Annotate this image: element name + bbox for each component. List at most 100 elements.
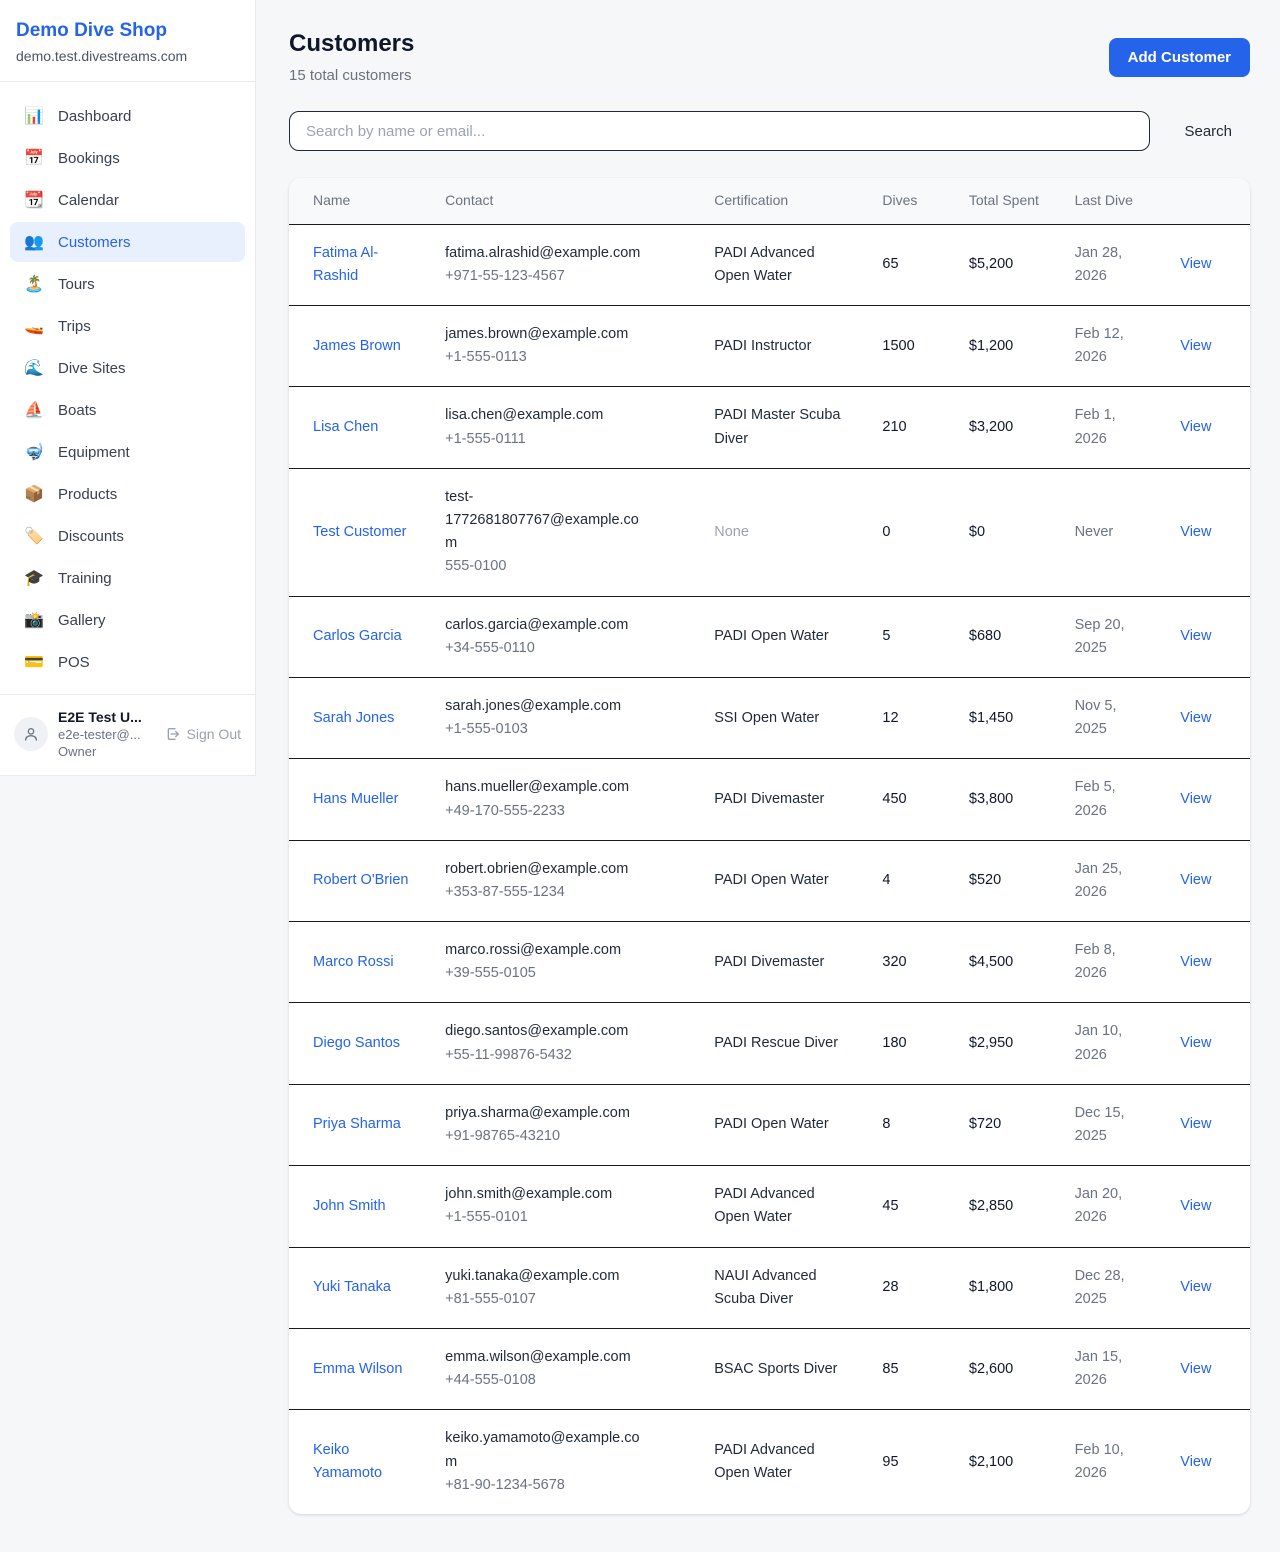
customer-dives: 4 <box>882 872 890 888</box>
customer-name-link[interactable]: Lisa Chen <box>313 416 378 439</box>
sidebar-item-calendar[interactable]: 📆 Calendar <box>10 180 245 220</box>
customer-certification: NAUI Advanced Scuba Diver <box>714 1265 844 1311</box>
sailboat-icon: ⛵ <box>24 400 44 420</box>
customer-phone: +1-555-0103 <box>445 718 690 741</box>
customer-last-dive: Feb 8, 2026 <box>1075 939 1141 985</box>
customer-dives: 5 <box>882 628 890 644</box>
customer-dives: 180 <box>882 1035 906 1051</box>
customer-phone: 555-0100 <box>445 555 690 578</box>
table-row: Diego Santos diego.santos@example.com +5… <box>289 1003 1250 1084</box>
view-link[interactable]: View <box>1180 954 1211 970</box>
view-link[interactable]: View <box>1180 1198 1211 1214</box>
sidebar-item-training[interactable]: 🎓 Training <box>10 558 245 598</box>
credit-card-icon: 💳 <box>24 652 44 672</box>
customer-dives: 450 <box>882 791 906 807</box>
view-link[interactable]: View <box>1180 1116 1211 1132</box>
avatar <box>14 717 48 751</box>
sidebar-item-products[interactable]: 📦 Products <box>10 474 245 514</box>
customer-name-link[interactable]: Keiko Yamamoto <box>313 1439 418 1485</box>
customer-certification: PADI Rescue Diver <box>714 1032 838 1055</box>
view-link[interactable]: View <box>1180 524 1211 540</box>
view-link[interactable]: View <box>1180 872 1211 888</box>
customer-total-spent: $2,950 <box>969 1035 1013 1051</box>
customer-name-link[interactable]: Diego Santos <box>313 1032 400 1055</box>
wave-icon: 🌊 <box>24 358 44 378</box>
customer-last-dive: Never <box>1075 521 1114 544</box>
customer-total-spent: $0 <box>969 524 985 540</box>
customer-name-link[interactable]: Fatima Al-Rashid <box>313 242 418 288</box>
customer-name-link[interactable]: Emma Wilson <box>313 1358 402 1381</box>
customer-certification: PADI Divemaster <box>714 788 824 811</box>
table-row: John Smith john.smith@example.com +1-555… <box>289 1166 1250 1247</box>
customer-certification: PADI Divemaster <box>714 951 824 974</box>
customer-certification: PADI Advanced Open Water <box>714 1183 844 1229</box>
customer-certification: PADI Advanced Open Water <box>714 1439 844 1485</box>
search-button[interactable]: Search <box>1184 115 1232 148</box>
customer-name-link[interactable]: Sarah Jones <box>313 707 394 730</box>
view-link[interactable]: View <box>1180 1454 1211 1470</box>
customer-name-link[interactable]: John Smith <box>313 1195 386 1218</box>
customer-phone: +55-11-99876-5432 <box>445 1044 690 1067</box>
column-header-last-dive: Last Dive <box>1063 178 1169 224</box>
customer-name-link[interactable]: Priya Sharma <box>313 1113 401 1136</box>
customer-name-link[interactable]: Marco Rossi <box>313 951 394 974</box>
sidebar-item-gallery[interactable]: 📸 Gallery <box>10 600 245 640</box>
user-footer: E2E Test U... e2e-tester@... Owner Sign … <box>0 694 255 775</box>
sidebar-item-equipment[interactable]: 🤿 Equipment <box>10 432 245 472</box>
sidebar-item-discounts[interactable]: 🏷️ Discounts <box>10 516 245 556</box>
customer-phone: +91-98765-43210 <box>445 1125 690 1148</box>
view-link[interactable]: View <box>1180 338 1211 354</box>
view-link[interactable]: View <box>1180 1035 1211 1051</box>
customer-name-link[interactable]: Hans Mueller <box>313 788 398 811</box>
customer-dives: 28 <box>882 1279 898 1295</box>
sidebar-item-boats[interactable]: ⛵ Boats <box>10 390 245 430</box>
sidebar-item-bookings[interactable]: 📅 Bookings <box>10 138 245 178</box>
view-link[interactable]: View <box>1180 628 1211 644</box>
customer-name-link[interactable]: James Brown <box>313 335 401 358</box>
customer-phone: +81-90-1234-5678 <box>445 1474 690 1497</box>
sign-out-button[interactable]: Sign Out <box>165 726 241 742</box>
customer-last-dive: Feb 1, 2026 <box>1075 404 1141 450</box>
sidebar-item-trips[interactable]: 🚤 Trips <box>10 306 245 346</box>
customer-dives: 8 <box>882 1116 890 1132</box>
customer-last-dive: Nov 5, 2025 <box>1075 695 1141 741</box>
sidebar-item-pos[interactable]: 💳 POS <box>10 642 245 682</box>
customer-total-spent: $680 <box>969 628 1001 644</box>
sidebar-item-dashboard[interactable]: 📊 Dashboard <box>10 96 245 136</box>
customer-email: priya.sharma@example.com <box>445 1102 650 1125</box>
page-title: Customers <box>289 30 414 58</box>
sidebar-item-label: Calendar <box>58 192 119 209</box>
customer-dives: 85 <box>882 1361 898 1377</box>
customer-name-link[interactable]: Test Customer <box>313 521 406 544</box>
sidebar-item-label: Tours <box>58 276 95 293</box>
search-input[interactable] <box>289 111 1150 151</box>
bar-chart-icon: 📊 <box>24 106 44 126</box>
customers-table: NameContactCertificationDivesTotal Spent… <box>289 178 1250 1514</box>
sidebar-item-label: Discounts <box>58 528 124 545</box>
customer-name-link[interactable]: Robert O'Brien <box>313 869 408 892</box>
sign-out-label: Sign Out <box>187 726 241 742</box>
customer-total-spent: $1,200 <box>969 338 1013 354</box>
view-link[interactable]: View <box>1180 256 1211 272</box>
add-customer-button[interactable]: Add Customer <box>1109 38 1250 77</box>
view-link[interactable]: View <box>1180 419 1211 435</box>
view-link[interactable]: View <box>1180 710 1211 726</box>
customer-total-spent: $3,800 <box>969 791 1013 807</box>
customer-phone: +353-87-555-1234 <box>445 881 690 904</box>
sidebar-item-customers[interactable]: 👥 Customers <box>10 222 245 262</box>
view-link[interactable]: View <box>1180 1279 1211 1295</box>
sidebar-item-dive-sites[interactable]: 🌊 Dive Sites <box>10 348 245 388</box>
customer-last-dive: Jan 28, 2026 <box>1075 242 1141 288</box>
sidebar-item-tours[interactable]: 🏝️ Tours <box>10 264 245 304</box>
sidebar-item-label: Dashboard <box>58 108 131 125</box>
customer-name-link[interactable]: Yuki Tanaka <box>313 1276 391 1299</box>
customer-name-link[interactable]: Carlos Garcia <box>313 625 402 648</box>
view-link[interactable]: View <box>1180 791 1211 807</box>
view-link[interactable]: View <box>1180 1361 1211 1377</box>
customer-last-dive: Sep 20, 2025 <box>1075 614 1141 660</box>
customer-email: keiko.yamamoto@example.com <box>445 1427 650 1473</box>
shop-name: Demo Dive Shop <box>16 20 239 42</box>
customer-email: test-1772681807767@example.com <box>445 486 650 556</box>
customer-dives: 320 <box>882 954 906 970</box>
customer-last-dive: Dec 15, 2025 <box>1075 1102 1141 1148</box>
